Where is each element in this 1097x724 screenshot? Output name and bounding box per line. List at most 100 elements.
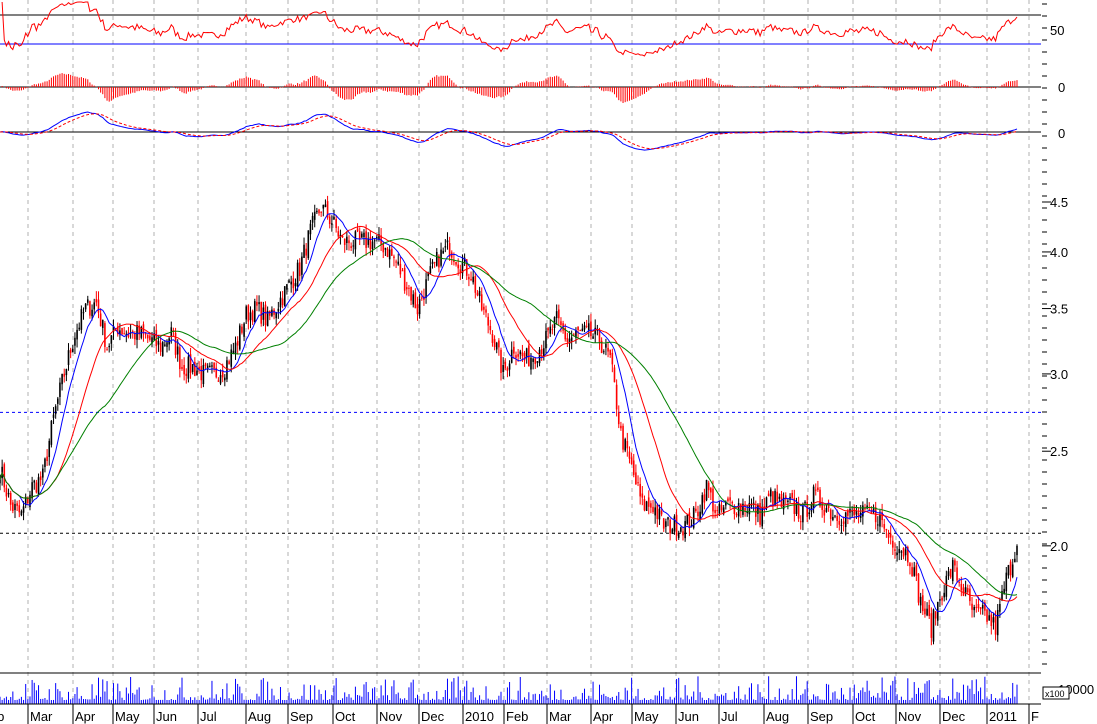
candle-body	[613, 367, 616, 383]
candle-body	[1005, 572, 1008, 592]
candle-body	[35, 482, 38, 493]
candle-body	[134, 333, 136, 340]
candle-body	[823, 509, 826, 516]
candle-body	[313, 211, 316, 220]
candle-body	[78, 327, 81, 330]
candle-body	[992, 617, 995, 623]
candle-body	[647, 497, 650, 507]
price-tick-label: 3.0	[1050, 367, 1068, 382]
candle-body	[617, 412, 620, 425]
candle-body	[343, 238, 346, 245]
candle-body	[898, 548, 901, 554]
candle-body	[146, 334, 149, 339]
candle-body	[560, 321, 562, 325]
candle-body	[519, 351, 522, 355]
candle-body	[331, 223, 333, 225]
candle-body	[669, 519, 671, 534]
candle-body	[391, 248, 393, 256]
candle-body	[714, 509, 716, 513]
candle-body	[883, 524, 886, 529]
candle-body	[817, 487, 819, 491]
candle-body	[498, 340, 500, 348]
candle-body	[399, 263, 402, 275]
candle-body	[609, 349, 611, 355]
candle-body	[928, 604, 931, 617]
candle-body	[778, 496, 781, 499]
candle-body	[247, 305, 250, 322]
candle-body	[179, 347, 181, 370]
candle-body	[346, 236, 348, 244]
candle-body	[628, 451, 631, 459]
candle-body	[853, 507, 856, 515]
candle-body	[909, 563, 911, 567]
x-axis: Feb Mar Apr May Jun Jul Aug Sep Oct Nov Dec 2010 Feb…	[0, 703, 1041, 724]
candle-body	[238, 325, 241, 350]
candle-body	[322, 204, 325, 209]
candle-body	[960, 583, 963, 591]
candle-body	[521, 352, 524, 357]
candle-body	[926, 608, 928, 616]
stock-chart: 4.5 4.0 3.5 3.0 2.5 2.0 Feb Mar Apr May Jun Jul Aug…	[0, 0, 1094, 724]
price-tick-label: 2.0	[1050, 539, 1068, 554]
candle-body	[408, 287, 410, 289]
candle-body	[44, 458, 46, 468]
candle-body	[294, 283, 297, 287]
moving-average-long	[0, 238, 1018, 596]
candle-body	[453, 260, 455, 262]
candle-body	[429, 266, 432, 274]
candle-body	[337, 231, 340, 237]
candle-body	[958, 582, 960, 584]
candle-body	[767, 493, 770, 497]
candle-body	[395, 261, 397, 263]
candle-body	[69, 349, 72, 353]
candle-body	[500, 349, 502, 373]
candle-body	[57, 398, 59, 404]
candle-body	[913, 567, 916, 576]
candle-body	[615, 384, 618, 410]
candle-body	[485, 309, 487, 313]
candle-body	[52, 414, 55, 418]
candle-body	[200, 366, 203, 381]
candle-body	[164, 344, 166, 346]
candle-body	[949, 568, 952, 578]
month-label: Dec	[942, 709, 966, 724]
candle-body	[605, 343, 607, 348]
candle-body	[442, 250, 444, 254]
candle-body	[80, 309, 83, 330]
candle-body	[376, 236, 378, 239]
month-label: Dec	[421, 709, 445, 724]
candle-body	[964, 587, 967, 593]
candle-body	[373, 240, 376, 242]
candle-body	[577, 326, 579, 331]
candle-body	[703, 494, 706, 503]
month-label: Mar	[549, 709, 572, 724]
candle-body	[67, 350, 70, 365]
candle-body	[712, 488, 714, 512]
candle-body	[305, 248, 307, 256]
candle-body	[352, 245, 355, 247]
month-label: Jun	[678, 709, 699, 724]
candle-body	[834, 515, 836, 517]
candle-body	[121, 327, 123, 335]
candle-body	[416, 304, 419, 315]
candle-body	[962, 587, 965, 596]
month-label: Aug	[766, 709, 789, 724]
candle-body	[729, 497, 731, 501]
candle-body	[228, 361, 230, 365]
candle-body	[502, 364, 504, 372]
candle-body	[892, 540, 894, 548]
candle-body	[258, 302, 260, 305]
month-label: May	[634, 709, 659, 724]
candle-body	[787, 500, 789, 503]
candle-body	[18, 505, 21, 513]
candle-body	[224, 377, 226, 381]
candle-body	[191, 364, 194, 372]
candle-body	[211, 365, 213, 367]
candle-body	[318, 209, 320, 214]
candle-body	[410, 286, 412, 301]
candle-body	[513, 346, 515, 354]
candle-body	[0, 479, 1, 484]
candle-body	[744, 507, 746, 511]
candle-body	[213, 362, 215, 369]
candle-body	[799, 521, 802, 523]
